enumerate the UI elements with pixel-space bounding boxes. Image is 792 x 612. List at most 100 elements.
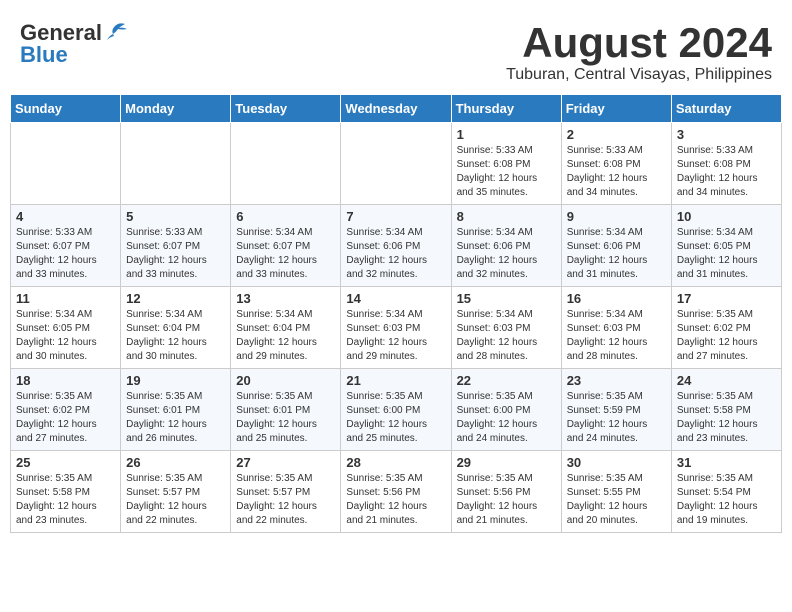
day-number: 4: [16, 209, 115, 224]
calendar-cell: 17 Sunrise: 5:35 AM Sunset: 6:02 PM Dayli…: [671, 287, 781, 369]
day-number: 11: [16, 291, 115, 306]
day-info: Sunrise: 5:33 AM Sunset: 6:08 PM Dayligh…: [457, 144, 556, 200]
day-info: Sunrise: 5:33 AM Sunset: 6:07 PM Dayligh…: [126, 226, 225, 282]
day-info: Sunrise: 5:34 AM Sunset: 6:07 PM Dayligh…: [236, 226, 335, 282]
calendar-cell: [341, 123, 451, 205]
day-info: Sunrise: 5:34 AM Sunset: 6:04 PM Dayligh…: [236, 308, 335, 364]
calendar-cell: 29 Sunrise: 5:35 AM Sunset: 5:56 PM Dayli…: [451, 451, 561, 533]
day-info: Sunrise: 5:34 AM Sunset: 6:03 PM Dayligh…: [457, 308, 556, 364]
day-number: 16: [567, 291, 666, 306]
calendar-cell: 4 Sunrise: 5:33 AM Sunset: 6:07 PM Daylig…: [11, 205, 121, 287]
day-number: 5: [126, 209, 225, 224]
day-number: 27: [236, 455, 335, 470]
calendar-table: SundayMondayTuesdayWednesdayThursdayFrid…: [10, 94, 782, 533]
day-info: Sunrise: 5:33 AM Sunset: 6:08 PM Dayligh…: [567, 144, 666, 200]
calendar-cell: 22Sunrise: 5:35 AM Sunset: 6:00 PM Dayli…: [451, 369, 561, 451]
day-info: Sunrise: 5:34 AM Sunset: 6:04 PM Dayligh…: [126, 308, 225, 364]
day-number: 14: [346, 291, 445, 306]
calendar-week-row: 4 Sunrise: 5:33 AM Sunset: 6:07 PM Daylig…: [11, 205, 782, 287]
calendar-cell: 25Sunrise: 5:35 AM Sunset: 5:58 PM Dayli…: [11, 451, 121, 533]
day-number: 3: [677, 127, 776, 142]
calendar-cell: 18 Sunrise: 5:35 AM Sunset: 6:02 PM Dayli…: [11, 369, 121, 451]
calendar-cell: [11, 123, 121, 205]
calendar-cell: 7 Sunrise: 5:34 AM Sunset: 6:06 PM Daylig…: [341, 205, 451, 287]
page-header: General Blue August 2024 Tuburan, Centra…: [10, 10, 782, 89]
calendar-cell: 5 Sunrise: 5:33 AM Sunset: 6:07 PM Daylig…: [121, 205, 231, 287]
day-info: Sunrise: 5:35 AM Sunset: 5:55 PM Dayligh…: [567, 472, 666, 528]
day-number: 26: [126, 455, 225, 470]
weekday-header-friday: Friday: [561, 95, 671, 123]
title-area: August 2024 Tuburan, Central Visayas, Ph…: [506, 20, 772, 84]
calendar-cell: 24Sunrise: 5:35 AM Sunset: 5:58 PM Dayli…: [671, 369, 781, 451]
calendar-cell: 14 Sunrise: 5:34 AM Sunset: 6:03 PM Dayli…: [341, 287, 451, 369]
calendar-cell: 11 Sunrise: 5:34 AM Sunset: 6:05 PM Dayli…: [11, 287, 121, 369]
day-info: Sunrise: 5:35 AM Sunset: 5:56 PM Dayligh…: [457, 472, 556, 528]
calendar-cell: 31Sunrise: 5:35 AM Sunset: 5:54 PM Dayli…: [671, 451, 781, 533]
logo-bird-icon: [105, 22, 127, 40]
day-info: Sunrise: 5:34 AM Sunset: 6:06 PM Dayligh…: [567, 226, 666, 282]
day-info: Sunrise: 5:35 AM Sunset: 5:58 PM Dayligh…: [16, 472, 115, 528]
calendar-cell: 30 Sunrise: 5:35 AM Sunset: 5:55 PM Dayli…: [561, 451, 671, 533]
location-subtitle: Tuburan, Central Visayas, Philippines: [506, 66, 772, 84]
weekday-header-sunday: Sunday: [11, 95, 121, 123]
day-info: Sunrise: 5:35 AM Sunset: 6:00 PM Dayligh…: [457, 390, 556, 446]
calendar-header-row: SundayMondayTuesdayWednesdayThursdayFrid…: [11, 95, 782, 123]
weekday-header-saturday: Saturday: [671, 95, 781, 123]
calendar-week-row: 11 Sunrise: 5:34 AM Sunset: 6:05 PM Dayli…: [11, 287, 782, 369]
day-info: Sunrise: 5:35 AM Sunset: 5:59 PM Dayligh…: [567, 390, 666, 446]
calendar-cell: 15 Sunrise: 5:34 AM Sunset: 6:03 PM Dayli…: [451, 287, 561, 369]
day-number: 9: [567, 209, 666, 224]
calendar-cell: 26 Sunrise: 5:35 AM Sunset: 5:57 PM Dayli…: [121, 451, 231, 533]
day-number: 28: [346, 455, 445, 470]
calendar-cell: 2 Sunrise: 5:33 AM Sunset: 6:08 PM Daylig…: [561, 123, 671, 205]
day-number: 30: [567, 455, 666, 470]
day-info: Sunrise: 5:34 AM Sunset: 6:03 PM Dayligh…: [346, 308, 445, 364]
day-info: Sunrise: 5:35 AM Sunset: 5:56 PM Dayligh…: [346, 472, 445, 528]
day-info: Sunrise: 5:35 AM Sunset: 6:02 PM Dayligh…: [16, 390, 115, 446]
day-number: 2: [567, 127, 666, 142]
day-number: 12: [126, 291, 225, 306]
day-number: 15: [457, 291, 556, 306]
day-info: Sunrise: 5:35 AM Sunset: 5:57 PM Dayligh…: [236, 472, 335, 528]
calendar-cell: 8Sunrise: 5:34 AM Sunset: 6:06 PM Daylig…: [451, 205, 561, 287]
day-info: Sunrise: 5:35 AM Sunset: 5:58 PM Dayligh…: [677, 390, 776, 446]
calendar-cell: 13Sunrise: 5:34 AM Sunset: 6:04 PM Dayli…: [231, 287, 341, 369]
day-number: 1: [457, 127, 556, 142]
day-number: 21: [346, 373, 445, 388]
day-info: Sunrise: 5:35 AM Sunset: 5:57 PM Dayligh…: [126, 472, 225, 528]
day-number: 18: [16, 373, 115, 388]
day-info: Sunrise: 5:34 AM Sunset: 6:03 PM Dayligh…: [567, 308, 666, 364]
calendar-cell: 1 Sunrise: 5:33 AM Sunset: 6:08 PM Daylig…: [451, 123, 561, 205]
calendar-cell: [121, 123, 231, 205]
day-info: Sunrise: 5:34 AM Sunset: 6:06 PM Dayligh…: [346, 226, 445, 282]
day-number: 29: [457, 455, 556, 470]
day-number: 10: [677, 209, 776, 224]
day-info: Sunrise: 5:35 AM Sunset: 6:00 PM Dayligh…: [346, 390, 445, 446]
calendar-cell: [231, 123, 341, 205]
logo-blue-text: Blue: [20, 42, 68, 68]
month-title: August 2024: [506, 20, 772, 66]
day-number: 17: [677, 291, 776, 306]
day-info: Sunrise: 5:35 AM Sunset: 6:01 PM Dayligh…: [126, 390, 225, 446]
calendar-cell: 12 Sunrise: 5:34 AM Sunset: 6:04 PM Dayli…: [121, 287, 231, 369]
day-number: 6: [236, 209, 335, 224]
day-info: Sunrise: 5:35 AM Sunset: 6:01 PM Dayligh…: [236, 390, 335, 446]
weekday-header-tuesday: Tuesday: [231, 95, 341, 123]
calendar-cell: 20 Sunrise: 5:35 AM Sunset: 6:01 PM Dayli…: [231, 369, 341, 451]
calendar-cell: 21 Sunrise: 5:35 AM Sunset: 6:00 PM Dayli…: [341, 369, 451, 451]
calendar-week-row: 1 Sunrise: 5:33 AM Sunset: 6:08 PM Daylig…: [11, 123, 782, 205]
day-info: Sunrise: 5:33 AM Sunset: 6:08 PM Dayligh…: [677, 144, 776, 200]
weekday-header-wednesday: Wednesday: [341, 95, 451, 123]
calendar-cell: 9 Sunrise: 5:34 AM Sunset: 6:06 PM Daylig…: [561, 205, 671, 287]
day-info: Sunrise: 5:35 AM Sunset: 5:54 PM Dayligh…: [677, 472, 776, 528]
calendar-cell: 28 Sunrise: 5:35 AM Sunset: 5:56 PM Dayli…: [341, 451, 451, 533]
day-number: 20: [236, 373, 335, 388]
calendar-week-row: 25Sunrise: 5:35 AM Sunset: 5:58 PM Dayli…: [11, 451, 782, 533]
calendar-cell: 10Sunrise: 5:34 AM Sunset: 6:05 PM Dayli…: [671, 205, 781, 287]
day-info: Sunrise: 5:33 AM Sunset: 6:07 PM Dayligh…: [16, 226, 115, 282]
day-info: Sunrise: 5:34 AM Sunset: 6:05 PM Dayligh…: [16, 308, 115, 364]
weekday-header-monday: Monday: [121, 95, 231, 123]
day-number: 7: [346, 209, 445, 224]
calendar-cell: 23Sunrise: 5:35 AM Sunset: 5:59 PM Dayli…: [561, 369, 671, 451]
day-info: Sunrise: 5:35 AM Sunset: 6:02 PM Dayligh…: [677, 308, 776, 364]
